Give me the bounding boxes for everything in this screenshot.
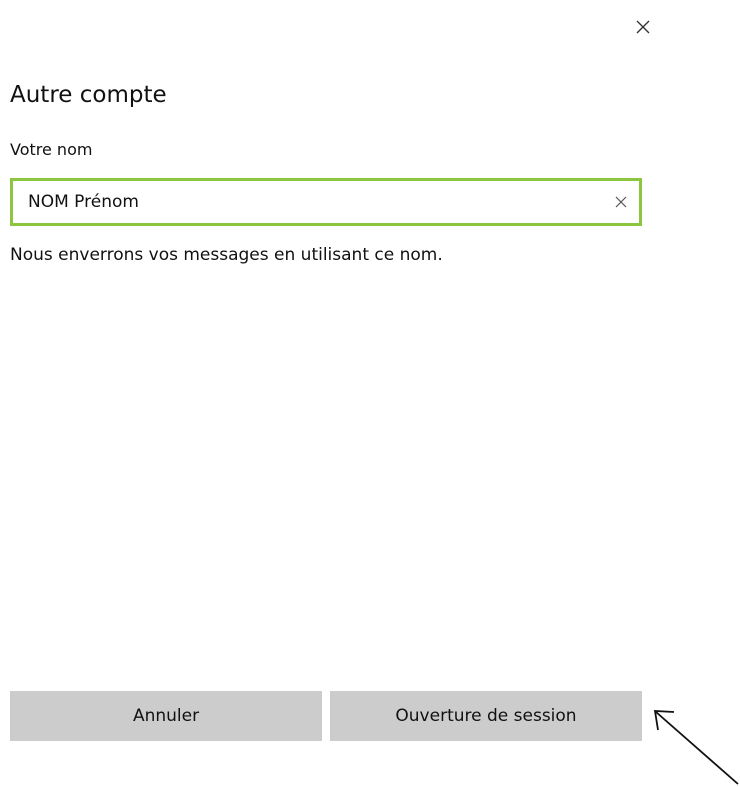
- arrow-annotation-icon: [653, 710, 739, 785]
- hint-text: Nous enverrons vos messages en utilisant…: [10, 245, 443, 265]
- dialog-title: Autre compte: [10, 82, 167, 108]
- clear-input-button[interactable]: [609, 190, 633, 214]
- close-icon: [636, 20, 650, 34]
- clear-icon: [615, 196, 627, 208]
- name-field[interactable]: [10, 178, 642, 226]
- name-input[interactable]: [28, 181, 588, 223]
- cancel-button[interactable]: Annuler: [10, 691, 322, 741]
- name-field-label: Votre nom: [10, 140, 93, 159]
- sign-in-button[interactable]: Ouverture de session: [330, 691, 642, 741]
- close-button[interactable]: [626, 10, 660, 44]
